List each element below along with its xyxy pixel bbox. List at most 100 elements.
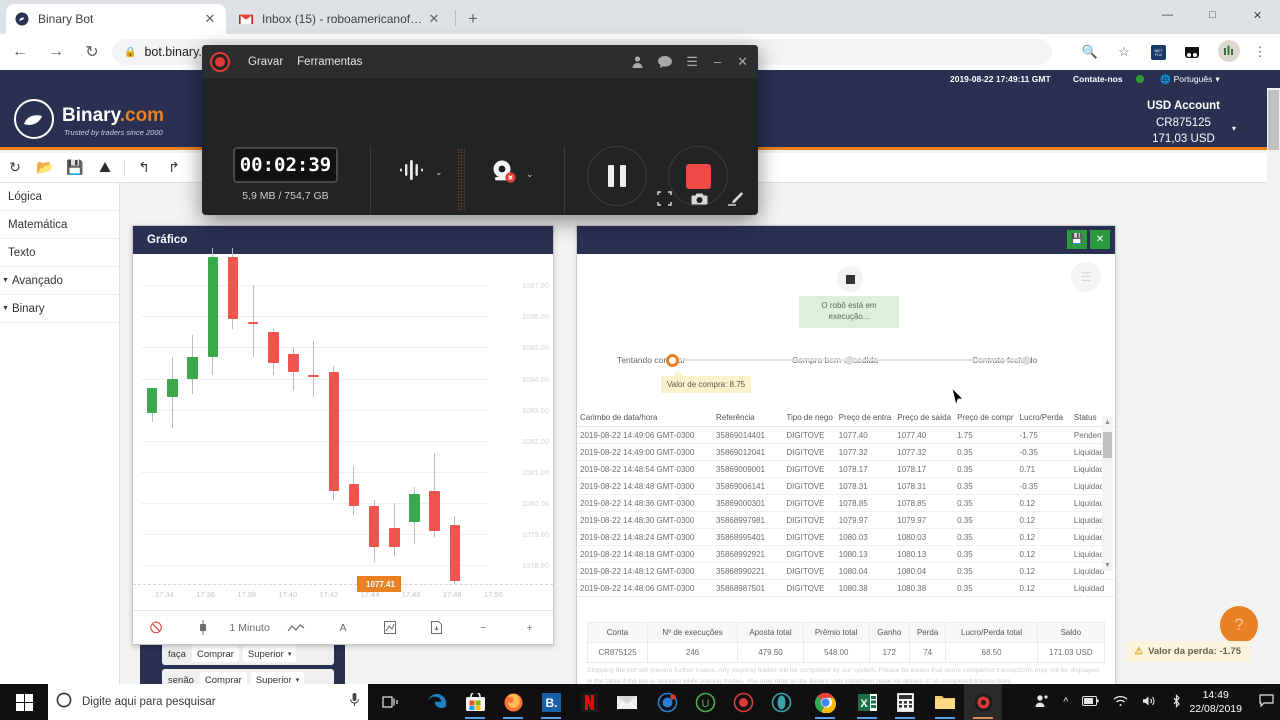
pause-button[interactable] <box>587 146 647 206</box>
text-tool-icon[interactable]: A <box>320 622 367 634</box>
taskbar-clock[interactable]: 14:49 22/08/2019 <box>1189 688 1242 716</box>
zoom-out-button[interactable]: − <box>460 622 507 634</box>
table-row[interactable]: 2019-08-22 14:48:30 GMT-0300 35868997981 D… <box>577 511 1115 529</box>
task-view-icon[interactable] <box>372 684 410 720</box>
reset-icon[interactable]: ↻ <box>0 153 30 183</box>
calculator-icon[interactable] <box>886 684 924 720</box>
table-scrollbar[interactable]: ▲ ▼ <box>1102 416 1113 571</box>
microsoft-store-icon[interactable] <box>456 684 494 720</box>
bluetooth-icon[interactable] <box>1171 693 1182 711</box>
download-icon[interactable] <box>413 621 460 634</box>
back-icon[interactable]: ← <box>4 36 36 68</box>
battery-icon[interactable] <box>1082 695 1100 709</box>
block-action-field[interactable]: Comprar <box>191 646 239 662</box>
chevron-down-icon[interactable]: ⌄ <box>435 167 443 178</box>
undo-icon[interactable]: ↰ <box>129 153 159 183</box>
sidebar-item-avancado[interactable]: ▼ Avançado <box>0 267 119 295</box>
search-input[interactable]: Digite aqui para pesquisar <box>48 684 368 720</box>
menu-gravar[interactable]: Gravar <box>248 56 283 68</box>
candle-icon[interactable] <box>180 620 227 635</box>
new-tab-button[interactable]: + <box>462 8 484 30</box>
bookmark-star-icon[interactable]: ☆ <box>1112 40 1136 64</box>
minimize-panel-icon[interactable] <box>657 191 672 209</box>
close-button[interactable]: ✕ <box>737 54 748 70</box>
account-icon[interactable] <box>631 55 644 68</box>
chat-icon[interactable] <box>658 55 673 68</box>
sidebar-item-binary[interactable]: ▼ Binary <box>0 295 119 323</box>
wifi-icon[interactable] <box>1113 695 1128 710</box>
profile-avatar[interactable] <box>1218 40 1240 62</box>
scrollbar-thumb[interactable] <box>1268 90 1279 150</box>
extension2-icon[interactable] <box>1180 40 1204 64</box>
scrollbar-thumb[interactable] <box>1103 432 1112 458</box>
opera-icon[interactable] <box>762 684 800 720</box>
window-maximize-button[interactable]: □ <box>1190 0 1235 30</box>
table-row[interactable]: 2019-08-22 14:48:12 GMT-0300 35868990221 D… <box>577 562 1115 580</box>
help-button[interactable]: ? <box>1220 606 1258 644</box>
table-row[interactable]: 2019-08-22 14:48:18 GMT-0300 35868992921 D… <box>577 545 1115 563</box>
reload-icon[interactable]: ↻ <box>76 36 108 68</box>
chrome-menu-icon[interactable]: ⋮ <box>1248 40 1272 64</box>
table-row[interactable]: 2019-08-22 14:48:06 GMT-0300 35868987501 D… <box>577 579 1115 597</box>
people-icon[interactable] <box>1034 694 1049 711</box>
hamburger-menu-icon[interactable]: ☰ <box>686 54 698 70</box>
table-row[interactable]: 2019-08-22 14:48:54 GMT-0300 35869009001 D… <box>577 460 1115 478</box>
table-row[interactable]: 2019-08-22 14:48:24 GMT-0300 35868995401 D… <box>577 528 1115 546</box>
app7-icon[interactable] <box>648 684 686 720</box>
line-style-icon[interactable] <box>273 623 320 633</box>
recorder-icon[interactable] <box>964 684 1002 720</box>
audio-control[interactable]: ⌄ <box>398 158 443 187</box>
google-drive-icon[interactable] <box>90 153 120 183</box>
bitdefender-icon[interactable]: B. <box>532 684 570 720</box>
netflix-icon[interactable] <box>570 684 608 720</box>
chevron-down-icon[interactable]: ▾ <box>1232 124 1236 133</box>
close-icon[interactable]: ✕ <box>202 11 218 27</box>
firefox-icon[interactable] <box>494 684 532 720</box>
table-row[interactable]: 2019-08-22 14:48:36 GMT-0300 35869000301 D… <box>577 494 1115 512</box>
folder-open-icon[interactable]: 📂 <box>30 153 60 183</box>
table-row[interactable]: 2019-08-22 14:48:48 GMT-0300 35869006141 D… <box>577 477 1115 495</box>
windows-start-icon[interactable] <box>0 684 48 720</box>
scroll-down-icon[interactable]: ▼ <box>1102 559 1113 571</box>
stop-bot-button[interactable] <box>837 266 863 292</box>
microphone-icon[interactable] <box>349 692 360 712</box>
page-scrollbar[interactable] <box>1267 88 1280 684</box>
forward-icon[interactable]: → <box>40 36 72 68</box>
volume-icon[interactable] <box>1142 695 1157 710</box>
chrome-icon[interactable] <box>806 684 844 720</box>
mail-icon[interactable] <box>608 684 646 720</box>
menu-ferramentas[interactable]: Ferramentas <box>297 56 362 68</box>
zoom-out-icon[interactable]: 🔍 <box>1078 40 1102 64</box>
minimize-button[interactable]: – <box>714 54 721 69</box>
browser-tab-inbox[interactable]: Inbox (15) - roboamericanofbi@ ✕ <box>230 4 450 34</box>
extension-icon[interactable]: NET FLIX <box>1146 40 1170 64</box>
sidebar-item-matematica[interactable]: Matemática <box>0 211 119 239</box>
list-icon[interactable]: ☰ <box>1071 262 1101 292</box>
contact-link[interactable]: Contate-nos <box>1073 74 1123 84</box>
scroll-up-icon[interactable]: ▲ <box>1102 416 1113 428</box>
close-icon[interactable]: ✕ <box>1090 230 1110 249</box>
save-icon[interactable]: 💾 <box>60 153 90 183</box>
timeframe-selector[interactable]: 1 Minuto <box>226 622 273 634</box>
close-icon[interactable]: ✕ <box>426 11 442 27</box>
zoom-in-button[interactable]: + <box>506 622 553 634</box>
window-close-button[interactable]: ✕ <box>1235 0 1280 30</box>
table-row[interactable]: 2019-08-22 14:49:06 GMT-0300 35869014401 D… <box>577 426 1115 444</box>
notification-icon[interactable] <box>1259 694 1274 710</box>
screenshot-camera-icon[interactable] <box>691 192 708 209</box>
block-option-field[interactable]: Superior ▾ <box>242 646 297 662</box>
webcam-disabled-icon[interactable] <box>487 158 519 191</box>
chart-plot-area[interactable] <box>133 247 488 584</box>
save-icon[interactable]: 💾 <box>1067 230 1087 249</box>
block-row-faca[interactable]: faça Comprar Superior ▾ <box>162 643 334 665</box>
drag-handle[interactable] <box>457 148 465 211</box>
excel-icon[interactable]: X <box>848 684 886 720</box>
app9-icon[interactable] <box>724 684 762 720</box>
language-selector[interactable]: 🌐 Português ▾ <box>1160 74 1220 85</box>
show-hidden-icon[interactable]: ^ <box>1063 696 1068 708</box>
audio-waveform-icon[interactable] <box>398 158 428 187</box>
app8-icon[interactable]: U <box>686 684 724 720</box>
no-chart-icon[interactable]: 🚫 <box>133 621 180 634</box>
edge-icon[interactable] <box>418 684 456 720</box>
indicator-icon[interactable] <box>366 621 413 634</box>
